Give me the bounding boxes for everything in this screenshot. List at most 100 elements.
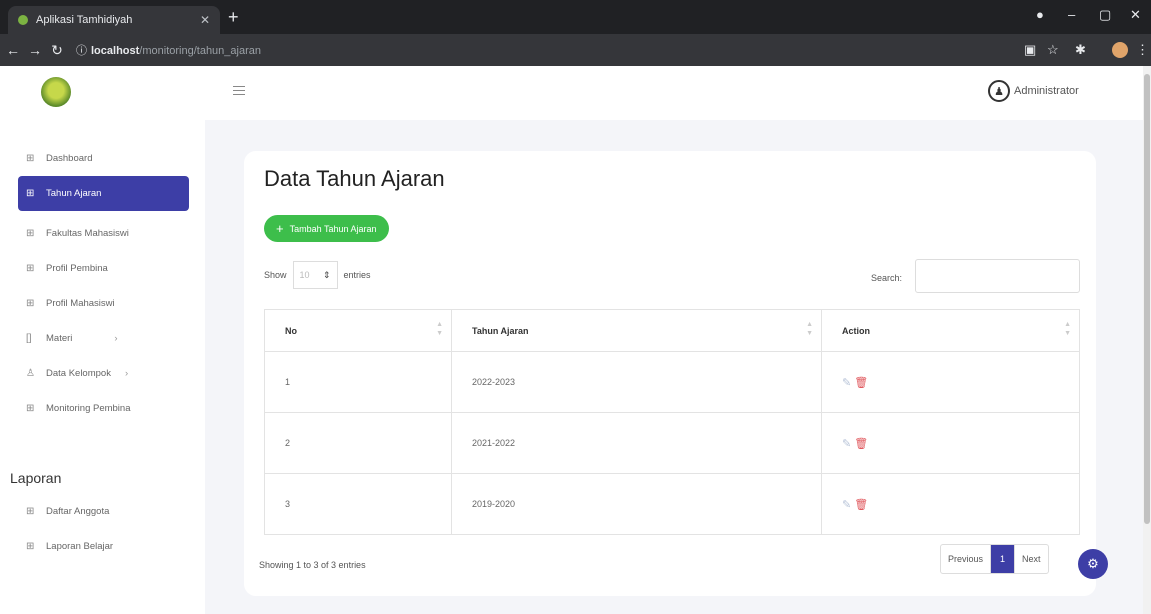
search-label: Search: [871,273,903,283]
select-arrows-icon: ⇕ [322,269,331,280]
pagination: Previous 1 Next [940,544,1049,574]
delete-icon[interactable]: 🗑 [854,438,868,450]
sidebar-item-profil-mahasiswi[interactable]: ⊞ Profil Mahasiswi [18,286,189,321]
entries-select-value: 10 [299,270,310,280]
maximize-icon[interactable]: ▢ [1099,7,1111,23]
sidebar-item-materi[interactable]: [] Materi › [18,321,189,356]
sidebar-item-dashboard[interactable]: ⊞ Dashboard [18,141,189,176]
url-path: /monitoring/tahun_ajaran [139,45,261,57]
grid-icon: ⊞ [26,506,35,517]
column-header-no[interactable]: No ▲ ▼ [264,309,452,352]
user-icon: ♙ [26,368,35,379]
settings-fab[interactable]: ⚙ [1078,549,1108,579]
previous-page-button[interactable]: Previous [941,545,992,573]
minimize-icon[interactable]: – [1068,7,1075,22]
cell-action: ✎ 🗑 [821,473,1080,535]
url-host: localhost [91,45,140,57]
brackets-icon: [] [26,333,32,344]
sort-icon: ▲ ▼ [806,321,813,337]
cell-tahun-ajaran: 2022-2023 [451,351,822,413]
info-icon: ⓘ [76,45,87,57]
sidebar-item-laporan-belajar[interactable]: ⊞ Laporan Belajar [18,529,189,564]
table-row: 3 2019-2020 ✎ 🗑 [264,473,1080,535]
cell-no: 2 [264,412,452,474]
entries-select[interactable]: 10 ⇕ [292,261,338,289]
sidebar-item-label: Profil Pembina [46,263,108,274]
user-name[interactable]: Administrator [1014,85,1079,97]
browser-menu-icon[interactable]: ⋮ [1136,42,1149,58]
sidebar-item-label: Dashboard [46,153,93,164]
grid-icon: ⊞ [26,541,35,552]
scrollbar-thumb[interactable] [1144,74,1150,524]
sidebar-item-fakultas-mahasiswi[interactable]: ⊞ Fakultas Mahasiswi [18,216,189,251]
data-table: No ▲ ▼ Tahun Ajaran ▲ ▼ Action ▲ ▼ 1 2022-2… [264,309,1080,535]
table-header-row: No ▲ ▼ Tahun Ajaran ▲ ▼ Action ▲ ▼ [264,309,1080,352]
page-title: Data Tahun Ajaran [264,166,445,191]
browser-tab[interactable]: Aplikasi Tamhidiyah ✕ [8,6,220,34]
cell-no: 3 [264,473,452,535]
sidebar-item-data-kelompok[interactable]: ♙ Data Kelompok › [18,356,189,391]
search-input[interactable] [915,259,1080,293]
user-avatar-icon[interactable]: ♟ [988,80,1010,102]
extensions-icon[interactable]: ✱ [1075,42,1086,58]
sidebar-item-label: Daftar Anggota [46,506,110,517]
sidebar-item-label: Laporan Belajar [46,541,114,552]
grid-icon: ⊞ [26,228,35,239]
app-logo[interactable] [41,77,71,107]
delete-icon[interactable]: 🗑 [854,377,868,389]
grid-icon: ⊞ [26,403,35,414]
close-tab-icon[interactable]: ✕ [200,13,210,27]
back-icon[interactable]: ← [2,42,24,58]
address-bar: ← → ↻ ⓘ localhost/monitoring/tahun_ajaran [0,34,1151,66]
profile-avatar[interactable] [1112,42,1128,58]
browser-tab-bar: Aplikasi Tamhidiyah ✕ + ● – ▢ ✕ [0,0,1151,34]
top-navbar: ♟ Administrator [0,66,1143,120]
next-page-button[interactable]: Next [1014,545,1048,573]
sidebar-item-monitoring-pembina[interactable]: ⊞ Monitoring Pembina [18,391,189,426]
sort-icon: ▲ ▼ [1064,321,1071,337]
tab-title: Aplikasi Tamhidiyah [36,14,133,26]
table-row: 1 2022-2023 ✎ 🗑 [264,351,1080,413]
table-info: Showing 1 to 3 of 3 entries [259,560,366,570]
gear-icon: ⚙ [1087,556,1099,571]
edit-icon[interactable]: ✎ [842,499,851,511]
page-1-button[interactable]: 1 [991,545,1015,573]
sidebar-item-profil-pembina[interactable]: ⊞ Profil Pembina [18,251,189,286]
sidebar-item-label: Data Kelompok [46,368,111,379]
chevron-right-icon: › [114,333,118,344]
entries-label: entries [343,270,371,280]
cell-action: ✎ 🗑 [821,412,1080,474]
column-header-tahun-ajaran[interactable]: Tahun Ajaran ▲ ▼ [451,309,822,352]
cell-tahun-ajaran: 2021-2022 [451,412,822,474]
forward-icon[interactable]: → [24,42,46,58]
sidebar-item-label: Fakultas Mahasiswi [46,228,129,239]
sidebar-item-label: Profil Mahasiswi [46,298,115,309]
reload-icon[interactable]: ↻ [46,42,68,59]
chevron-right-icon: › [124,368,129,379]
edit-icon[interactable]: ✎ [842,438,851,450]
page-scrollbar[interactable] [1143,66,1151,614]
sidebar-item-daftar-anggota[interactable]: ⊞ Daftar Anggota [18,494,189,529]
content-card: Data Tahun Ajaran + Tambah Tahun Ajaran … [244,151,1096,596]
url-field[interactable]: ⓘ localhost/monitoring/tahun_ajaran [76,42,261,58]
grid-icon: ⊞ [26,188,35,199]
sort-icon: ▲ ▼ [436,321,443,337]
translate-icon[interactable]: ▣ [1024,42,1036,58]
sidebar-item-label: Monitoring Pembina [46,403,131,414]
bookmark-star-icon[interactable]: ☆ [1047,42,1059,58]
record-icon[interactable]: ● [1036,7,1044,22]
sidebar-item-tahun-ajaran[interactable]: ⊞ Tahun Ajaran [18,176,189,211]
new-tab-icon[interactable]: + [228,8,239,26]
column-header-action[interactable]: Action ▲ ▼ [821,309,1080,352]
cell-action: ✎ 🗑 [821,351,1080,413]
edit-icon[interactable]: ✎ [842,377,851,389]
add-tahun-ajaran-button[interactable]: + Tambah Tahun Ajaran [264,215,389,242]
entries-length-control: Show 10 ⇕ entries [264,261,371,289]
hamburger-menu-icon[interactable] [233,86,245,98]
sidebar-item-label: Tahun Ajaran [46,188,102,199]
grid-icon: ⊞ [26,153,35,164]
delete-icon[interactable]: 🗑 [854,499,868,511]
cell-no: 1 [264,351,452,413]
close-window-icon[interactable]: ✕ [1130,7,1141,23]
grid-icon: ⊞ [26,298,35,309]
